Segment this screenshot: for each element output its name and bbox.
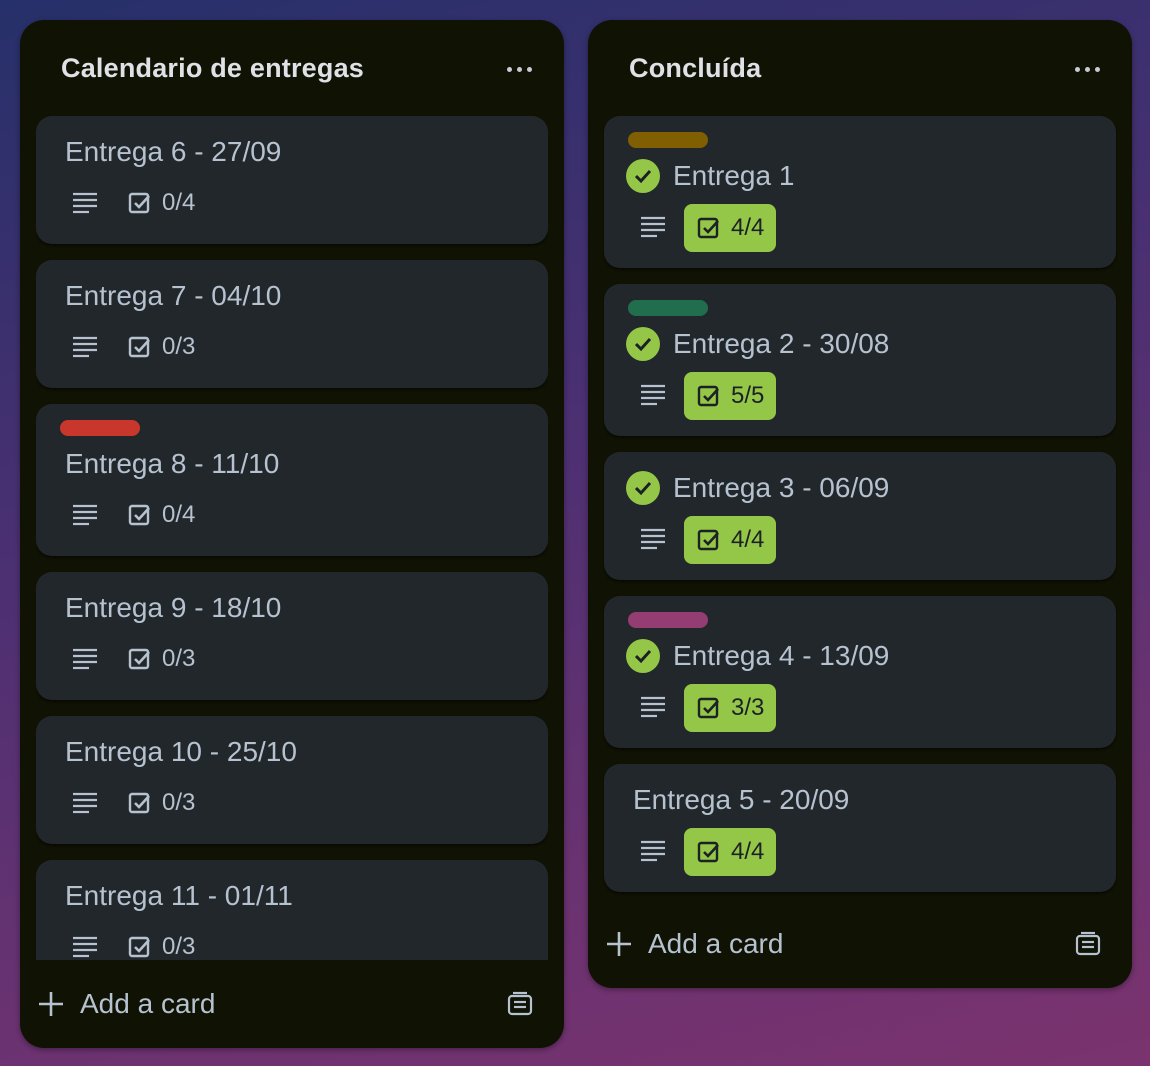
card[interactable]: Entrega 1 4/4 [604,116,1116,268]
card-list: Entrega 6 - 27/09 0/4 Entrega 7 - 04/10 … [36,116,548,960]
list-footer: Add a card [20,960,564,1048]
description-icon [73,192,97,214]
checklist-icon [697,217,719,239]
list-calendario-de-entregas: Calendario de entregas Entrega 6 - 27/09… [20,20,564,1048]
checklist-count: 0/3 [162,333,196,360]
card[interactable]: Entrega 8 - 11/10 0/4 [36,404,548,556]
card-title: Entrega 6 - 27/09 [65,136,282,167]
add-card-button[interactable]: Add a card [604,916,1024,972]
card-label[interactable] [628,132,708,148]
checklist-icon [128,504,150,526]
description-icon [73,336,97,358]
card-label[interactable] [628,612,708,628]
card-title: Entrega 2 - 30/08 [673,328,890,359]
description-icon [641,840,665,862]
description-icon [73,792,97,814]
checklist-count: 0/4 [162,501,196,528]
checklist-badge: 0/3 [128,930,195,960]
description-icon [641,216,665,238]
checklist-badge-complete: 5/5 [684,372,777,420]
card-title: Entrega 5 - 20/09 [633,784,850,815]
description-icon [641,528,665,550]
checklist-icon [128,336,150,358]
checklist-icon [697,385,719,407]
card-title: Entrega 3 - 06/09 [673,472,890,503]
checklist-badge: 0/3 [128,642,195,676]
checklist-badge: 0/3 [128,786,195,820]
checklist-count: 3/3 [731,694,765,721]
complete-check-icon[interactable] [626,327,660,361]
card[interactable]: Entrega 7 - 04/10 0/3 [36,260,548,388]
complete-check-icon[interactable] [626,159,660,193]
checklist-icon [128,648,150,670]
checklist-badge: 0/4 [128,498,195,532]
more-icon[interactable] [494,52,544,86]
list-header: Concluída [588,20,1132,116]
checklist-count: 0/3 [162,789,196,816]
checklist-icon [697,841,719,863]
checklist-icon [697,697,719,719]
checklist-count: 4/4 [731,526,765,553]
checklist-badge: 0/3 [128,330,195,364]
card-template-icon[interactable] [1060,916,1116,972]
complete-check-icon[interactable] [626,471,660,505]
add-card-label: Add a card [80,988,216,1019]
description-icon [641,384,665,406]
complete-check-icon[interactable] [626,639,660,673]
card[interactable]: Entrega 4 - 13/09 3/3 [604,596,1116,748]
description-icon [73,504,97,526]
card-template-icon[interactable] [492,976,548,1032]
more-icon[interactable] [1062,52,1112,86]
list-footer: Add a card [588,900,1132,988]
checklist-icon [128,936,150,958]
description-icon [641,696,665,718]
checklist-badge-complete: 4/4 [684,204,777,252]
plus-icon [607,932,631,956]
checklist-count: 4/4 [731,838,765,865]
card-label[interactable] [60,420,140,436]
card-title: Entrega 11 - 01/11 [65,880,293,911]
checklist-icon [128,192,150,214]
card-title: Entrega 10 - 25/10 [65,736,297,767]
checklist-count: 5/5 [731,382,765,409]
checklist-icon [697,529,719,551]
checklist-count: 0/3 [162,933,196,960]
description-icon [73,648,97,670]
plus-icon [39,992,63,1016]
checklist-icon [128,792,150,814]
card[interactable]: Entrega 11 - 01/11 0/3 [36,860,548,960]
checklist-count: 0/4 [162,189,196,216]
checklist-badge-complete: 4/4 [684,516,777,564]
checklist-badge-complete: 4/4 [684,828,777,876]
card-label[interactable] [628,300,708,316]
list-title[interactable]: Concluída [629,53,761,84]
list-header: Calendario de entregas [20,20,564,116]
card-title: Entrega 7 - 04/10 [65,280,282,311]
card[interactable]: Entrega 2 - 30/08 5/5 [604,284,1116,436]
card[interactable]: Entrega 3 - 06/09 4/4 [604,452,1116,580]
checklist-badge: 0/4 [128,186,195,220]
checklist-count: 0/3 [162,645,196,672]
card-title: Entrega 9 - 18/10 [65,592,282,623]
list-title[interactable]: Calendario de entregas [61,53,364,84]
add-card-button[interactable]: Add a card [36,976,456,1032]
add-card-label: Add a card [648,928,784,959]
card-title: Entrega 1 [673,160,795,191]
description-icon [73,936,97,958]
card-list: Entrega 1 4/4 Entrega 2 - 30/08 5/5 Entr… [604,116,1116,908]
checklist-count: 4/4 [731,214,765,241]
card[interactable]: Entrega 6 - 27/09 0/4 [36,116,548,244]
list-concluida: Concluída Entrega 1 4/4 Entrega 2 - 30/0… [588,20,1132,988]
card[interactable]: Entrega 10 - 25/10 0/3 [36,716,548,844]
card[interactable]: Entrega 9 - 18/10 0/3 [36,572,548,700]
checklist-badge-complete: 3/3 [684,684,777,732]
card-title: Entrega 8 - 11/10 [65,448,280,479]
card-title: Entrega 4 - 13/09 [673,640,890,671]
card[interactable]: Entrega 5 - 20/09 4/4 [604,764,1116,892]
